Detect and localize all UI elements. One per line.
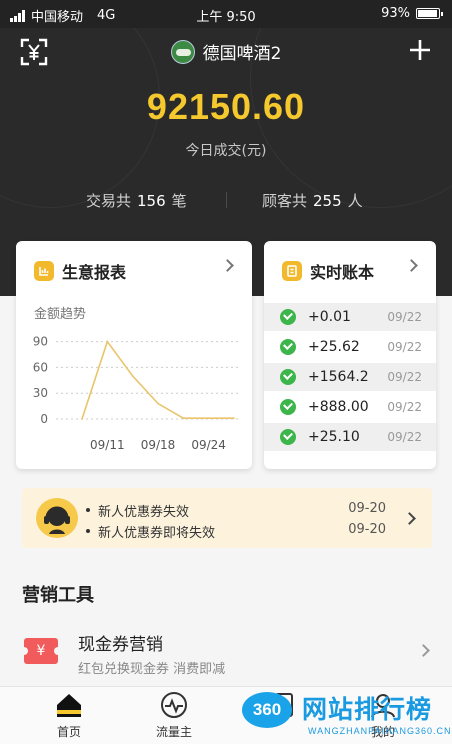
ledger-row[interactable]: +888.00 09/22 [264, 393, 436, 421]
battery-level [418, 10, 437, 17]
x-tick-label: 09/11 [90, 438, 125, 452]
check-circle-icon [280, 369, 296, 385]
plus-icon [410, 40, 430, 60]
pulse-icon [160, 691, 188, 719]
customer-service-icon [36, 498, 78, 538]
ledger-amount: +0.01 [308, 309, 351, 325]
ledger-date: 09/22 [387, 310, 422, 324]
ledger-amount: +25.10 [308, 429, 360, 445]
tab-home[interactable]: 首页 [34, 691, 104, 740]
transactions-prefix: 交易共 [86, 192, 132, 210]
business-report-card[interactable]: 生意报表 金额趋势 0 30 60 90 09/11 09/18 09/24 [16, 241, 252, 469]
ledger-row[interactable]: +0.01 09/22 [264, 303, 436, 331]
notice-item: 新人优惠券即将失效 [85, 522, 215, 541]
today-amount: 92150.60 [146, 86, 306, 127]
realtime-ledger-card[interactable]: 实时账本 +0.01 09/22 +25.62 09/22 +1564.2 09… [264, 241, 436, 469]
ledger-date: 09/22 [387, 430, 422, 444]
check-circle-icon [280, 399, 296, 415]
cash-coupon-tool[interactable]: ¥ 现金券营销 红包兑换现金券 消费即减 [0, 620, 452, 686]
ledger-date: 09/22 [387, 400, 422, 414]
chevron-right-icon [221, 259, 234, 272]
stats-row: 交易共 156 笔 顾客共 255 人 [0, 190, 452, 210]
shop-name: 德国啤酒2 [202, 44, 282, 64]
ledger-date: 09/22 [387, 370, 422, 384]
notice-item: 新人优惠券失效 [85, 501, 189, 520]
y-tick-label: 0 [40, 412, 48, 426]
site-watermark: 360 网站排行榜 WANGZHANPAIHANG360.CN [236, 688, 452, 744]
coupon-icon: ¥ [20, 638, 62, 664]
tab-traffic[interactable]: 流量主 [139, 691, 209, 740]
battery-icon [416, 8, 443, 19]
home-icon [55, 691, 83, 719]
shop-avatar [170, 39, 195, 64]
x-tick-label: 09/24 [191, 438, 226, 452]
shop-selector[interactable]: 德国啤酒2 [0, 39, 452, 64]
y-tick-label: 60 [33, 360, 48, 374]
y-tick-label: 30 [33, 386, 48, 400]
today-amount-label: 今日成交(元) [185, 143, 267, 159]
notice-date: 09-20 [348, 501, 386, 516]
customers-prefix: 顾客共 [262, 192, 308, 210]
y-tick-label: 90 [33, 335, 48, 349]
trend-point [157, 402, 159, 405]
tool-subtitle: 红包兑换现金券 消费即减 [78, 662, 226, 677]
status-bar: 中国移动 4G 上午 9:50 93% [0, 0, 452, 28]
battery-percent: 93% [381, 6, 410, 21]
ledger-amount: +888.00 [308, 399, 369, 415]
chevron-right-icon [417, 644, 430, 657]
trend-point [182, 417, 185, 419]
ledger-icon [282, 261, 302, 281]
ledger-date: 09/22 [387, 340, 422, 354]
ledger-row[interactable]: +25.62 09/22 [264, 333, 436, 361]
report-card-title: 生意报表 [62, 263, 127, 282]
tab-label: 首页 [56, 725, 81, 739]
watermark-title: 网站排行榜 [302, 695, 433, 724]
chart-title: 金额趋势 [34, 307, 87, 322]
trend-line [81, 339, 234, 420]
customers-unit: 人 [347, 192, 363, 210]
transactions-stat: 交易共 156 笔 [86, 190, 187, 211]
coupon-notice-banner[interactable]: 新人优惠券失效 09-20 新人优惠券即将失效 09-20 [22, 488, 432, 548]
amount-trend-chart: 0 30 60 90 09/11 09/18 09/24 [33, 335, 238, 452]
tool-title: 现金券营销 [78, 635, 163, 655]
check-circle-icon [280, 309, 296, 325]
trend-point [106, 340, 109, 343]
notice-date: 09-20 [348, 522, 386, 537]
x-tick-label: 09/18 [141, 438, 176, 452]
marketing-section-title: 营销工具 [22, 585, 94, 606]
ledger-card-title: 实时账本 [310, 263, 375, 282]
check-circle-icon [280, 339, 296, 355]
ledger-amount: +25.62 [308, 339, 360, 355]
customers-stat: 顾客共 255 人 [262, 190, 363, 211]
stats-divider [226, 192, 227, 208]
customers-count: 255 [313, 192, 342, 210]
chevron-right-icon [403, 512, 416, 525]
ledger-row[interactable]: +1564.2 09/22 [264, 363, 436, 391]
trend-point [233, 417, 235, 419]
trend-point [81, 418, 83, 420]
check-circle-icon [280, 429, 296, 445]
trend-point [131, 375, 134, 377]
add-button[interactable] [408, 38, 432, 62]
chevron-right-icon [405, 259, 418, 272]
ledger-row[interactable]: +25.10 09/22 [264, 423, 436, 451]
trend-point [207, 417, 210, 419]
ledger-amount: +1564.2 [308, 369, 369, 385]
watermark-logo: 360 [242, 692, 292, 728]
transactions-count: 156 [137, 192, 166, 210]
report-icon [34, 261, 54, 281]
tab-label: 流量主 [155, 725, 192, 739]
transactions-unit: 笔 [171, 192, 187, 210]
watermark-subtitle: WANGZHANPAIHANG360.CN [308, 726, 452, 736]
